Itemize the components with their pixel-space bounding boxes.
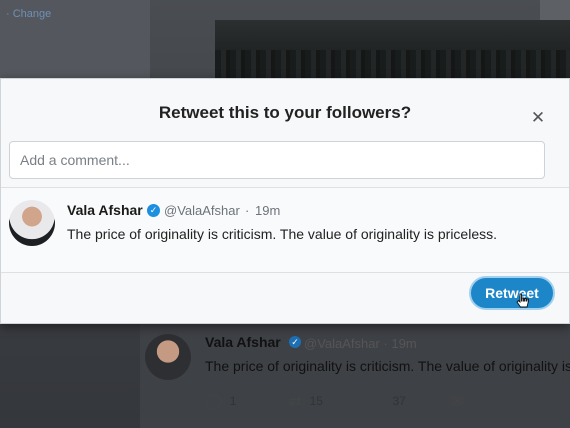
message-button[interactable]: ✉ bbox=[451, 392, 464, 410]
tweet-text: The price of originality is criticism. T… bbox=[67, 226, 498, 242]
tweet-timestamp: 19m bbox=[255, 203, 281, 218]
close-button[interactable]: ✕ bbox=[529, 109, 547, 127]
retweet-button[interactable]: Retweet bbox=[469, 276, 555, 310]
comment-input[interactable] bbox=[9, 141, 545, 179]
tweet-actions: ◯ 1 ⇄ 15 ♡ 37 ✉ bbox=[205, 392, 485, 410]
avatar bbox=[9, 200, 55, 246]
reply-icon: ◯ bbox=[205, 393, 222, 410]
tweet-author-handle: @ValaAfshar bbox=[164, 203, 240, 218]
close-icon: ✕ bbox=[530, 108, 546, 127]
top-bar-fragment bbox=[540, 0, 570, 20]
retweet-dialog: Retweet this to your followers? ✕ Vala A… bbox=[0, 78, 570, 324]
like-button[interactable]: ♡ 37 bbox=[371, 392, 406, 410]
hand-pointer-icon bbox=[516, 293, 529, 308]
reply-button[interactable]: ◯ 1 bbox=[205, 392, 236, 410]
verified-badge-icon: ✓ bbox=[147, 204, 160, 217]
quoted-tweet: Vala Afshar ✓ @ValaAfshar · 19m The pric… bbox=[1, 187, 569, 273]
profile-column: · Change bbox=[0, 0, 150, 80]
change-link[interactable]: · Change bbox=[6, 8, 51, 20]
retweet-icon: ⇄ bbox=[289, 393, 302, 410]
tweet-author-handle[interactable]: @ValaAfshar · 19m bbox=[304, 336, 417, 351]
envelope-icon: ✉ bbox=[451, 393, 464, 410]
tweet-author-name[interactable]: Vala Afshar bbox=[205, 334, 281, 350]
verified-badge-icon: ✓ bbox=[289, 336, 301, 348]
heart-icon: ♡ bbox=[371, 393, 385, 410]
like-count: 37 bbox=[392, 394, 406, 408]
separator-dot: · bbox=[245, 203, 250, 218]
tweet-text: The price of originality is criticism. T… bbox=[205, 358, 570, 374]
avatar[interactable] bbox=[145, 334, 191, 380]
retweet-count: 15 bbox=[309, 394, 323, 408]
dialog-title: Retweet this to your followers? bbox=[158, 103, 412, 122]
reply-count: 1 bbox=[229, 394, 237, 408]
retweet-action-button[interactable]: ⇄ 15 bbox=[289, 392, 323, 410]
tweet-author-name: Vala Afshar bbox=[67, 202, 143, 218]
